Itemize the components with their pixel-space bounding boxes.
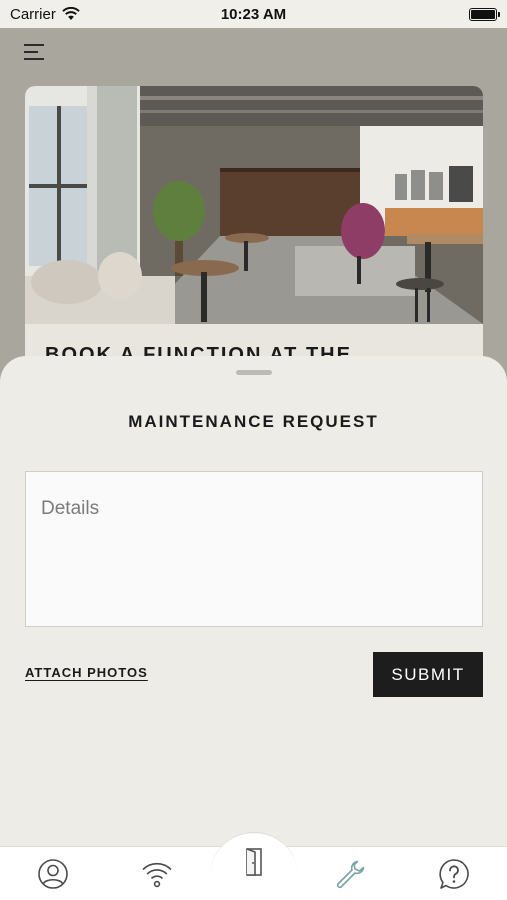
tab-profile[interactable] <box>33 854 73 894</box>
carrier-label: Carrier <box>10 5 56 23</box>
battery-icon <box>469 7 500 21</box>
door-icon <box>246 848 262 876</box>
maintenance-sheet: MAINTENANCE REQUEST ATTACH PHOTOS SUBMIT <box>0 356 507 846</box>
tab-maintenance[interactable] <box>330 854 370 894</box>
promo-image <box>25 86 483 324</box>
tab-wifi[interactable] <box>137 854 177 894</box>
menu-icon[interactable] <box>24 42 46 62</box>
wifi-icon <box>142 862 172 888</box>
tab-help[interactable] <box>434 854 474 894</box>
attach-photos-link[interactable]: ATTACH PHOTOS <box>25 665 148 680</box>
submit-button[interactable]: SUBMIT <box>373 652 483 697</box>
wrench-icon <box>336 860 365 889</box>
status-left: Carrier <box>10 6 80 23</box>
help-icon <box>439 859 469 889</box>
details-input[interactable] <box>25 471 483 627</box>
promo-card[interactable]: BOOK A FUNCTION AT THE <box>25 86 483 386</box>
sheet-drag-handle[interactable] <box>236 370 272 375</box>
profile-icon <box>38 859 68 889</box>
status-bar: Carrier 10:23 AM <box>0 0 507 28</box>
tab-access[interactable] <box>234 842 274 882</box>
sheet-title: MAINTENANCE REQUEST <box>128 412 379 431</box>
wifi-signal-icon <box>62 7 80 20</box>
